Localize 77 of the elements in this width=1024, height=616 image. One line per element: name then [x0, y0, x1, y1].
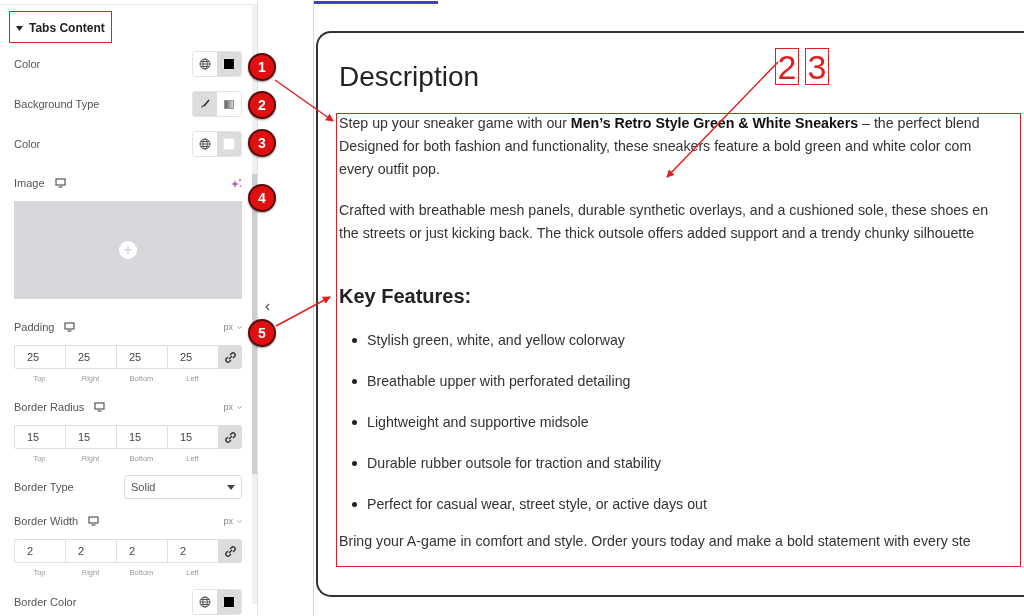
control-label: Border Width	[14, 515, 79, 527]
control-label: Background Type	[14, 98, 100, 110]
monitor-icon	[94, 402, 106, 412]
link-icon	[224, 431, 236, 443]
number-input[interactable]: 15	[167, 425, 218, 449]
link-values-button[interactable]	[218, 345, 242, 369]
step-marker: 3	[248, 129, 276, 157]
monitor-icon	[64, 322, 76, 332]
select-field[interactable]: Solid	[124, 475, 242, 499]
callout-label: 2	[775, 48, 799, 85]
chevron-down-icon	[237, 325, 242, 329]
step-marker: 5	[248, 319, 276, 347]
number-input[interactable]: 25	[14, 345, 65, 369]
link-values-button[interactable]	[218, 539, 242, 563]
unit-selector[interactable]: px	[223, 322, 242, 332]
step-marker: 2	[248, 91, 276, 119]
control-label: Color	[14, 58, 41, 70]
link-icon	[224, 545, 236, 557]
monitor-icon	[54, 178, 66, 188]
bullet-icon	[352, 337, 357, 343]
paragraph-line: the streets or just kicking back. The thick outsole offers added support and a trendy chunky silhouette	[339, 224, 976, 243]
feature-item: Stylish green, white, and yellow colorway	[367, 331, 625, 349]
section-title[interactable]: Tabs Content	[29, 21, 105, 35]
number-input[interactable]: 2	[14, 539, 65, 563]
arrow	[274, 79, 334, 122]
color-picker-button[interactable]	[217, 52, 241, 76]
color-picker-button[interactable]	[217, 590, 241, 614]
monitor-icon	[88, 516, 100, 526]
chevron-down-icon	[237, 405, 242, 409]
unit-selector[interactable]: px	[223, 516, 242, 526]
number-input[interactable]: 15	[65, 425, 116, 449]
feature-item: Perfect for casual wear, street style, or active days out	[367, 495, 707, 513]
paragraph-line: Crafted with breathable mesh panels, durable synthetic overlays, and a cushioned sole, these shoes en	[339, 201, 990, 220]
color-picker-button[interactable]	[217, 132, 241, 156]
number-input[interactable]: 2	[116, 539, 167, 563]
feature-item: Durable rubber outsole for traction and stability	[367, 454, 662, 472]
dropdown-caret-icon	[227, 484, 235, 490]
closing-paragraph: Bring your A-game in comfort and style. Order yours today and make a bold statement with every ste	[339, 533, 972, 549]
number-input[interactable]: 2	[167, 539, 218, 563]
bullet-icon	[352, 419, 357, 425]
bullet-icon	[352, 460, 357, 466]
feature-item: Lightweight and supportive midsole	[367, 413, 589, 431]
paragraph-line: every outfit pop.	[339, 160, 441, 179]
callout-label: 3	[805, 48, 829, 85]
step-marker: 1	[248, 53, 276, 81]
control-label: Image	[14, 177, 45, 189]
arrow	[275, 296, 331, 327]
control-label: Border Color	[14, 596, 77, 608]
number-input[interactable]: 25	[65, 345, 116, 369]
classic-button[interactable]	[193, 92, 217, 116]
control-label: Border Type	[14, 481, 74, 493]
caret-icon[interactable]	[16, 25, 23, 31]
number-input[interactable]: 15	[116, 425, 167, 449]
description-heading: Description	[339, 61, 480, 93]
brush-icon	[200, 99, 210, 109]
unit-selector[interactable]: px	[223, 402, 242, 412]
chevron-left-icon	[264, 303, 270, 311]
step-marker: 4	[248, 184, 276, 212]
number-input[interactable]: 15	[14, 425, 65, 449]
bullet-icon	[352, 501, 357, 507]
sparkle-icon[interactable]	[231, 177, 242, 189]
gradient-icon	[224, 99, 234, 109]
link-icon	[224, 351, 236, 363]
control-label: Border Radius	[14, 401, 85, 413]
number-input[interactable]: 2	[65, 539, 116, 563]
control-label: Color	[14, 138, 41, 150]
globe-icon	[199, 596, 211, 608]
control-label: Padding	[14, 321, 55, 333]
link-values-button[interactable]	[218, 425, 242, 449]
number-input[interactable]: 25	[116, 345, 167, 369]
globe-icon	[199, 138, 211, 150]
bullet-icon	[352, 378, 357, 384]
globe-icon	[199, 58, 211, 70]
feature-item: Breathable upper with perforated detailing	[367, 372, 631, 390]
features-heading: Key Features:	[339, 285, 473, 308]
number-input[interactable]: 25	[167, 345, 218, 369]
chevron-down-icon	[237, 519, 242, 523]
